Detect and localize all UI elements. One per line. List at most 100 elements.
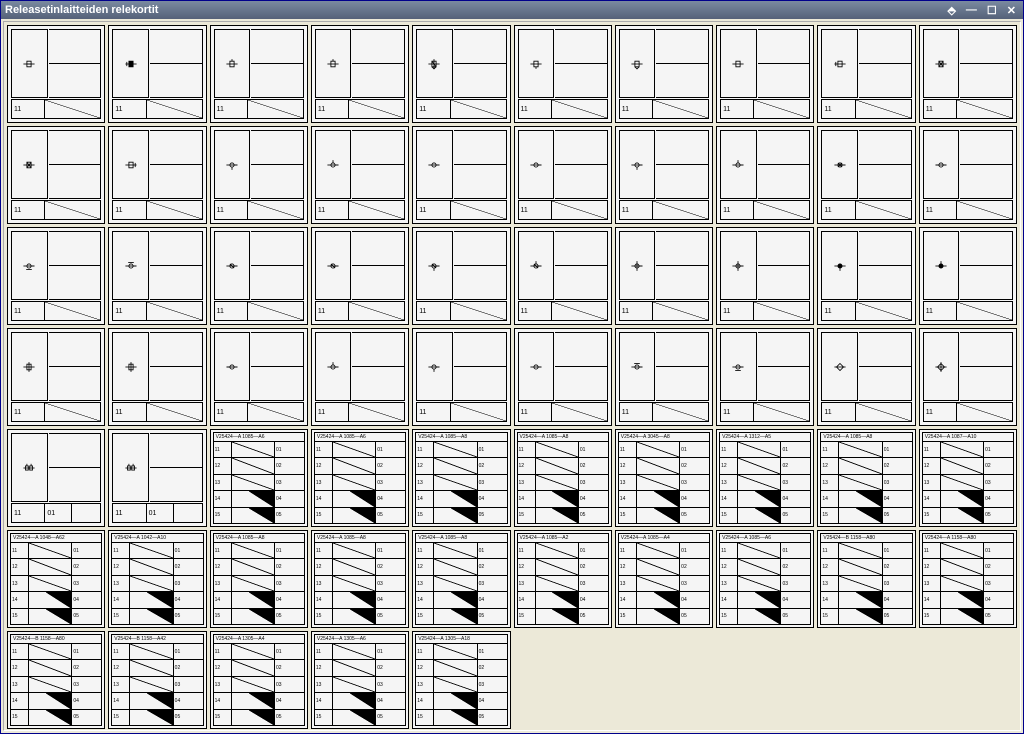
- relay-card[interactable]: 11: [412, 227, 510, 325]
- card-row: 1404: [719, 491, 811, 507]
- card-row: 1404: [517, 592, 609, 608]
- relay-card[interactable]: 11: [311, 328, 409, 426]
- relay-card[interactable]: 11: [108, 25, 206, 123]
- relay-card[interactable]: 11: [108, 328, 206, 426]
- relay-card[interactable]: 11: [615, 126, 713, 224]
- relay-card[interactable]: 11: [716, 328, 814, 426]
- relay-card[interactable]: 11: [817, 328, 915, 426]
- relay-card[interactable]: 11: [514, 126, 612, 224]
- relay-card[interactable]: 11: [108, 227, 206, 325]
- card-row: 1101: [719, 442, 811, 458]
- relay-card-detail[interactable]: V25424—A 1085—A411011202130314041505: [615, 530, 713, 628]
- card-row: 1303: [213, 475, 305, 491]
- relay-card-detail[interactable]: V25424—A 1085—A611011202130314041505: [716, 530, 814, 628]
- relay-card-detail[interactable]: V25424—A 1305—A411011202130314041505: [210, 631, 308, 729]
- card-rows: 11011202130314041505: [922, 442, 1014, 524]
- relay-card[interactable]: 11: [817, 126, 915, 224]
- relay-symbol-icon: [214, 130, 251, 199]
- close-icon[interactable]: ✕: [1004, 4, 1019, 17]
- relay-card-detail[interactable]: V25424—A 1158—A8011011202130314041505: [919, 530, 1017, 628]
- relay-card[interactable]: 11: [210, 227, 308, 325]
- card-row: 1202: [314, 559, 406, 575]
- card-row: 1505: [10, 609, 102, 625]
- relay-card[interactable]: 11: [716, 126, 814, 224]
- relay-card-detail[interactable]: V25424—A 1085—A811011202130314041505: [412, 429, 510, 527]
- relay-card[interactable]: 11: [412, 126, 510, 224]
- relay-card[interactable]: 1101: [7, 429, 105, 527]
- relay-card[interactable]: 11: [311, 126, 409, 224]
- relay-card-detail[interactable]: V25424—A 1305—A1811011202130314041505: [412, 631, 510, 729]
- card-rows: 11011202130314041505: [820, 442, 912, 524]
- relay-card[interactable]: 11: [716, 25, 814, 123]
- relay-card-detail[interactable]: V25424—A 1085—A811011202130314041505: [311, 530, 409, 628]
- card-row: 1404: [314, 491, 406, 507]
- relay-card[interactable]: 11: [311, 25, 409, 123]
- card-diag-cell: [349, 301, 405, 321]
- relay-card[interactable]: 11: [615, 25, 713, 123]
- relay-card-detail[interactable]: V25424—A 1085—A611011202130314041505: [210, 429, 308, 527]
- relay-card-detail[interactable]: V25424—A 1085—A811011202130314041505: [514, 429, 612, 527]
- relay-card[interactable]: 11: [210, 126, 308, 224]
- relay-card[interactable]: 11: [615, 328, 713, 426]
- relay-card-detail[interactable]: V25424—B 1158—A8011011202130314041505: [817, 530, 915, 628]
- card-row: 1505: [922, 609, 1014, 625]
- relay-card-detail[interactable]: V25424—A 3045—A811011202130314041505: [615, 429, 713, 527]
- card-diag-cell: [147, 301, 203, 321]
- maximize-icon[interactable]: ☐: [984, 4, 1000, 17]
- card-row: 1202: [213, 559, 305, 575]
- card-index: 11: [923, 200, 957, 220]
- pin-icon[interactable]: ⬘: [944, 4, 958, 17]
- relay-card[interactable]: 11: [514, 227, 612, 325]
- card-row: 1101: [111, 543, 203, 559]
- relay-card-detail[interactable]: V25424—A 1085—A611011202130314041505: [311, 429, 409, 527]
- card-index: 11: [112, 402, 146, 422]
- relay-card[interactable]: 11: [817, 25, 915, 123]
- relay-card[interactable]: 11: [514, 328, 612, 426]
- relay-card[interactable]: 11: [514, 25, 612, 123]
- relay-card[interactable]: 11: [919, 25, 1017, 123]
- relay-card[interactable]: 11: [412, 328, 510, 426]
- relay-card-detail[interactable]: V25424—A 1085—A811011202130314041505: [210, 530, 308, 628]
- relay-card[interactable]: 11: [7, 227, 105, 325]
- relay-card[interactable]: 11: [311, 227, 409, 325]
- relay-card[interactable]: 11: [716, 227, 814, 325]
- relay-card-detail[interactable]: V25424—A 1085—A211011202130314041505: [514, 530, 612, 628]
- relay-card[interactable]: 11: [7, 126, 105, 224]
- relay-card-detail[interactable]: V25424—A 1042—A1011011202130314041505: [108, 530, 206, 628]
- card-info: [150, 231, 203, 300]
- relay-card-detail[interactable]: V25424—A 1048—A6211011202130314041505: [7, 530, 105, 628]
- relay-symbol-icon: [619, 130, 656, 199]
- card-row: 1505: [820, 508, 912, 524]
- relay-card[interactable]: 11: [919, 328, 1017, 426]
- relay-card[interactable]: 11: [7, 25, 105, 123]
- relay-card[interactable]: 11: [919, 126, 1017, 224]
- card-rows: 11011202130314041505: [111, 644, 203, 726]
- relay-card-detail[interactable]: V25424—B 1158—A8011011202130314041505: [7, 631, 105, 729]
- relay-card[interactable]: 11: [412, 25, 510, 123]
- relay-card[interactable]: 11: [817, 227, 915, 325]
- relay-card[interactable]: 1101: [108, 429, 206, 527]
- relay-card[interactable]: 11: [7, 328, 105, 426]
- relay-card[interactable]: 11: [615, 227, 713, 325]
- relay-card[interactable]: 11: [108, 126, 206, 224]
- card-rows: 11011202130314041505: [314, 644, 406, 726]
- card-info: [656, 332, 709, 401]
- relay-card[interactable]: 11: [919, 227, 1017, 325]
- relay-symbol-icon: [112, 29, 149, 98]
- relay-card-detail[interactable]: V25424—A 1085—A811011202130314041505: [817, 429, 915, 527]
- relay-card-detail[interactable]: V25424—A 1312—A511011202130314041505: [716, 429, 814, 527]
- relay-card[interactable]: 11: [210, 328, 308, 426]
- card-row: 1101: [314, 442, 406, 458]
- relay-card-detail[interactable]: V25424—A 1087—A1011011202130314041505: [919, 429, 1017, 527]
- card-row: 1303: [517, 576, 609, 592]
- card-row: 1404: [922, 491, 1014, 507]
- relay-card-detail[interactable]: V25424—B 1158—A4211011202130314041505: [108, 631, 206, 729]
- card-info: [454, 231, 507, 300]
- relay-card[interactable]: 11: [210, 25, 308, 123]
- card-part-number: V25424—A 1305—A4: [213, 634, 305, 644]
- card-index: 11: [821, 301, 855, 321]
- relay-card-detail[interactable]: V25424—A 1305—A611011202130314041505: [311, 631, 409, 729]
- relay-card-detail[interactable]: V25424—A 1085—A811011202130314041505: [412, 530, 510, 628]
- card-rows: 11011202130314041505: [314, 442, 406, 524]
- minimize-icon[interactable]: —: [963, 4, 980, 17]
